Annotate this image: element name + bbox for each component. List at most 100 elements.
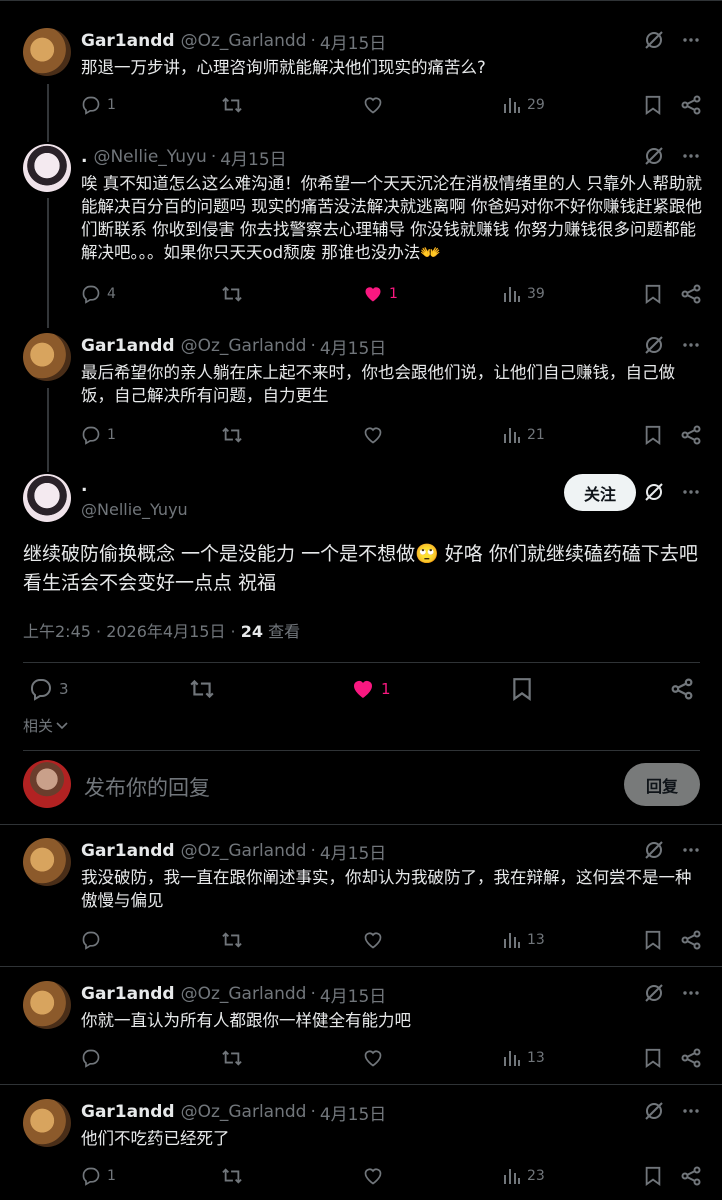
avatar[interactable]: [23, 144, 71, 192]
avatar[interactable]: [23, 474, 71, 522]
more-icon[interactable]: [682, 335, 700, 355]
grok-icon[interactable]: [644, 840, 664, 860]
grok-icon[interactable]: [644, 335, 664, 355]
reply-button[interactable]: 3: [29, 677, 69, 701]
action-bar: 1 23: [81, 1164, 701, 1188]
reply-button[interactable]: 4: [81, 284, 116, 304]
avatar[interactable]: [23, 333, 71, 381]
timestamp[interactable]: 4月15日: [320, 839, 386, 864]
follow-button[interactable]: 关注: [564, 474, 636, 511]
share-button[interactable]: [671, 677, 693, 701]
bookmark-icon: [644, 930, 662, 950]
avatar[interactable]: [23, 981, 71, 1029]
share-icon: [681, 930, 701, 950]
share-button[interactable]: [681, 930, 701, 950]
retweet-button[interactable]: [221, 284, 243, 304]
views-button[interactable]: 23: [503, 1167, 545, 1185]
retweet-button[interactable]: [189, 677, 215, 701]
grok-icon[interactable]: [644, 482, 664, 506]
avatar[interactable]: [23, 1099, 71, 1147]
bookmark-button[interactable]: [644, 425, 662, 445]
bookmark-icon: [512, 677, 532, 701]
share-button[interactable]: [681, 1048, 701, 1068]
display-name[interactable]: Gar1andd: [81, 984, 175, 1004]
username[interactable]: @Oz_Garlandd: [181, 31, 307, 51]
post-time[interactable]: 上午2:45 · 2026年4月15日 ·: [23, 622, 241, 641]
username[interactable]: @Oz_Garlandd: [181, 1102, 307, 1122]
avatar[interactable]: [23, 28, 71, 76]
bookmark-button[interactable]: [512, 677, 532, 701]
display-name[interactable]: Gar1andd: [81, 841, 175, 861]
reply-input[interactable]: 发布你的回复: [84, 772, 210, 802]
display-name[interactable]: Gar1andd: [81, 31, 175, 51]
grok-icon[interactable]: [644, 146, 664, 166]
tweet-text: 你就一直认为所有人都跟你一样健全有能力吧: [81, 1011, 411, 1030]
username[interactable]: @Oz_Garlandd: [181, 984, 307, 1004]
like-button[interactable]: [363, 95, 383, 115]
username[interactable]: @Oz_Garlandd: [181, 841, 307, 861]
more-icon[interactable]: [682, 1101, 700, 1121]
username[interactable]: @Oz_Garlandd: [181, 336, 307, 356]
reply-button[interactable]: 1: [81, 1166, 116, 1186]
share-button[interactable]: [681, 95, 701, 115]
timestamp[interactable]: 4月15日: [320, 29, 386, 54]
timestamp[interactable]: 4月15日: [320, 334, 386, 359]
like-button[interactable]: 1: [363, 284, 398, 304]
display-name[interactable]: .: [81, 476, 87, 496]
like-button[interactable]: 1: [351, 677, 391, 701]
username[interactable]: @Nellie_Yuyu: [81, 500, 188, 519]
retweet-button[interactable]: [221, 1048, 243, 1068]
bookmark-button[interactable]: [644, 1166, 662, 1186]
retweet-icon: [189, 677, 215, 701]
views-button[interactable]: 39: [503, 285, 545, 303]
tweet-text: 那退一万步讲，心理咨询师就能解决他们现实的痛苦么?: [81, 58, 486, 77]
separator-dot: ·: [310, 336, 316, 356]
share-button[interactable]: [681, 284, 701, 304]
username[interactable]: @Nellie_Yuyu: [93, 147, 206, 167]
retweet-icon: [221, 425, 243, 445]
display-name[interactable]: .: [81, 147, 87, 167]
views-button[interactable]: 13: [503, 1049, 545, 1067]
display-name[interactable]: Gar1andd: [81, 336, 175, 356]
views-button[interactable]: 29: [503, 96, 545, 114]
avatar[interactable]: [23, 838, 71, 886]
grok-icon[interactable]: [644, 983, 664, 1003]
reply-button[interactable]: 1: [81, 425, 116, 445]
bookmark-button[interactable]: [644, 1048, 662, 1068]
like-button[interactable]: [363, 1166, 383, 1186]
views-button[interactable]: 21: [503, 426, 545, 444]
retweet-button[interactable]: [221, 95, 243, 115]
more-icon[interactable]: [682, 146, 700, 166]
retweet-button[interactable]: [221, 1166, 243, 1186]
reply-button[interactable]: [81, 1048, 101, 1068]
reply-button[interactable]: [81, 930, 101, 950]
more-icon[interactable]: [682, 482, 700, 506]
my-avatar[interactable]: [23, 760, 71, 808]
display-name[interactable]: Gar1andd: [81, 1102, 175, 1122]
bookmark-button[interactable]: [644, 284, 662, 304]
grok-icon[interactable]: [644, 30, 664, 50]
bookmark-button[interactable]: [644, 95, 662, 115]
bookmark-button[interactable]: [644, 930, 662, 950]
like-button[interactable]: [363, 930, 383, 950]
bookmark-icon: [644, 95, 662, 115]
share-button[interactable]: [681, 425, 701, 445]
like-button[interactable]: [363, 425, 383, 445]
more-icon[interactable]: [682, 30, 700, 50]
more-icon[interactable]: [682, 840, 700, 860]
like-count: 1: [381, 680, 391, 698]
timestamp[interactable]: 4月15日: [220, 145, 286, 170]
retweet-button[interactable]: [221, 930, 243, 950]
related-toggle[interactable]: 相关: [23, 715, 68, 736]
view-count: 13: [527, 932, 545, 948]
timestamp[interactable]: 4月15日: [320, 982, 386, 1007]
reply-button[interactable]: 1: [81, 95, 116, 115]
timestamp[interactable]: 4月15日: [320, 1100, 386, 1125]
views-button[interactable]: 13: [503, 931, 545, 949]
retweet-button[interactable]: [221, 425, 243, 445]
share-button[interactable]: [681, 1166, 701, 1186]
more-icon[interactable]: [682, 983, 700, 1003]
reply-submit-button[interactable]: 回复: [624, 763, 700, 806]
grok-icon[interactable]: [644, 1101, 664, 1121]
like-button[interactable]: [363, 1048, 383, 1068]
